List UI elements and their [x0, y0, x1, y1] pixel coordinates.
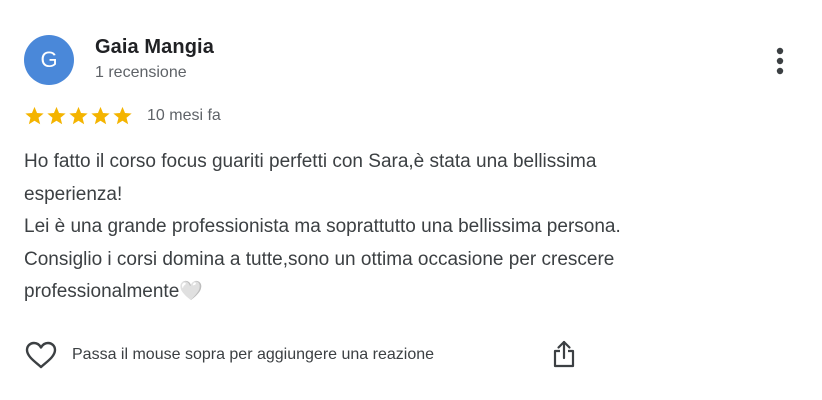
- author-review-count: 1 recensione: [95, 64, 187, 81]
- avatar-initial: G: [40, 47, 58, 72]
- star-icon: [46, 106, 67, 126]
- star-icon: [90, 106, 111, 126]
- avatar[interactable]: G: [24, 35, 74, 85]
- review-card: G Gaia Mangia 1 recensione 10 mesi fa Ho…: [0, 0, 822, 400]
- star-icon: [24, 106, 45, 126]
- star-rating: [24, 106, 133, 126]
- star-icon: [112, 106, 133, 126]
- share-icon: [553, 340, 575, 368]
- react-button[interactable]: [24, 338, 58, 372]
- star-icon: [68, 106, 89, 126]
- review-text: Ho fatto il corso focus guariti perfetti…: [24, 151, 621, 302]
- share-button[interactable]: [549, 337, 579, 371]
- more-vertical-icon: [776, 47, 784, 75]
- author-name[interactable]: Gaia Mangia: [95, 36, 214, 59]
- reaction-row: Passa il mouse sopra per aggiungere una …: [24, 338, 434, 372]
- reaction-hint: Passa il mouse sopra per aggiungere una …: [72, 346, 435, 363]
- more-options-button[interactable]: [766, 44, 794, 78]
- rating-row: 10 mesi fa: [24, 104, 221, 128]
- heart-outline-icon: [25, 341, 57, 369]
- review-date: 10 mesi fa: [147, 107, 221, 124]
